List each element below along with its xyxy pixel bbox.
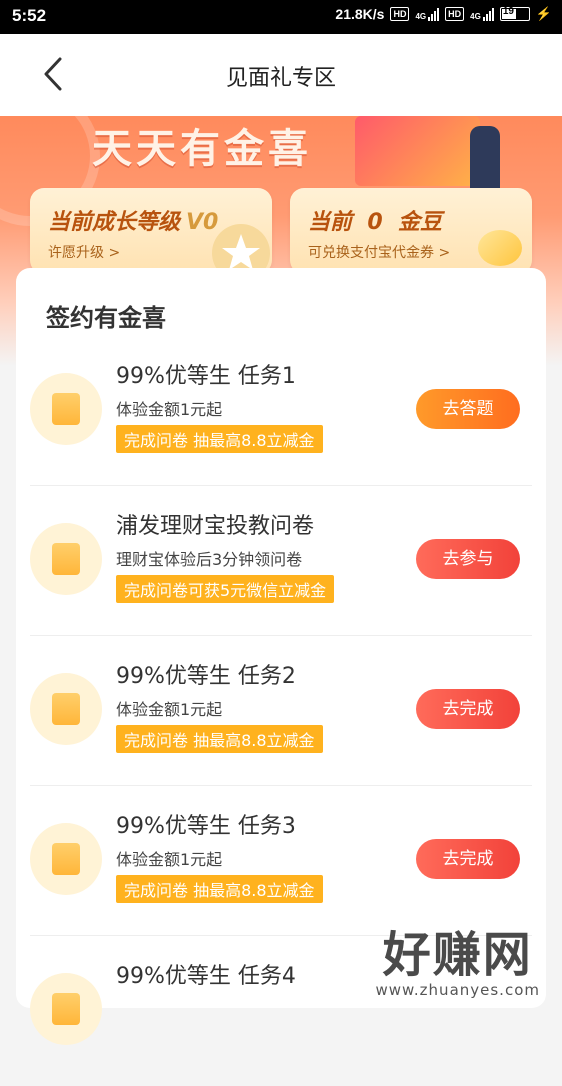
task-row: 99%优等生 任务2 体验金额1元起 完成问卷 抽最高8.8立减金 去完成: [30, 636, 532, 786]
join-button[interactable]: 去参与: [416, 539, 520, 579]
battery-icon: 19: [499, 6, 530, 21]
task-row: 浦发理财宝投教问卷 理财宝体验后3分钟领问卷 完成问卷可获5元微信立减金 去参与: [30, 486, 532, 636]
complete-button[interactable]: 去完成: [416, 689, 520, 729]
charging-icon: ⚡: [535, 6, 552, 21]
hd-icon-2: HD: [445, 7, 465, 21]
gold-bean-icon: [478, 230, 522, 266]
task-panel: 签约有金喜 99%优等生 任务1 体验金额1元起 完成问卷 抽最高8.8立减金 …: [16, 268, 546, 1045]
task-title: 99%优等生 任务4: [116, 964, 296, 989]
wallet-icon: [30, 373, 102, 445]
signal-icon: 4G: [415, 7, 440, 21]
watermark-url: www.zhuanyes.com: [375, 981, 540, 999]
task-row: 99%优等生 任务1 体验金额1元起 完成问卷 抽最高8.8立减金 去答题: [30, 336, 532, 486]
watermark-text: 好赚网: [382, 927, 533, 983]
task-title: 99%优等生 任务2: [116, 664, 296, 689]
task-subtitle: 理财宝体验后3分钟领问卷: [116, 550, 303, 569]
task-title: 99%优等生 任务3: [116, 814, 296, 839]
task-title: 浦发理财宝投教问卷: [116, 514, 315, 539]
gold-bean-title: 当前 0 金豆: [308, 210, 442, 235]
task-subtitle: 体验金额1元起: [116, 850, 223, 869]
gold-bean-card[interactable]: 当前 0 金豆 可兑换支付宝代金券 >: [290, 188, 532, 274]
task-subtitle: 体验金额1元起: [116, 700, 223, 719]
task-row: 99%优等生 任务3 体验金额1元起 完成问卷 抽最高8.8立减金 去完成: [30, 786, 532, 936]
task-title: 99%优等生 任务1: [116, 364, 296, 389]
wallet-icon: [30, 673, 102, 745]
person-illustration: [470, 126, 500, 196]
status-right: 21.8K/s HD 4G HD 4G 19 ⚡: [335, 6, 552, 22]
growth-level-card[interactable]: 当前成长等级 V0 许愿升级 >: [30, 188, 272, 282]
hero-slogan: 天天有金喜: [92, 125, 312, 172]
task-reward-tag: 完成问卷 抽最高8.8立减金: [116, 725, 323, 753]
task-subtitle: 体验金额1元起: [116, 400, 223, 419]
answer-button[interactable]: 去答题: [416, 389, 520, 429]
page-title: 见面礼专区: [225, 66, 336, 91]
complete-button[interactable]: 去完成: [416, 839, 520, 879]
exchange-voucher-link[interactable]: 可兑换支付宝代金券 >: [308, 242, 450, 262]
wallet-icon: [30, 823, 102, 895]
growth-level-title: 当前成长等级 V0: [48, 210, 219, 235]
task-reward-tag: 完成问卷 抽最高8.8立减金: [116, 875, 323, 903]
gift-package-image: [355, 116, 480, 186]
nav-bar: 见面礼专区: [0, 34, 562, 116]
task-reward-tag: 完成问卷可获5元微信立减金: [116, 575, 335, 603]
status-time: 5:52: [12, 6, 47, 25]
red-envelope-icon: [30, 523, 102, 595]
section-title: 签约有金喜: [46, 304, 166, 332]
watermark: 好赚网 www.zhuanyes.com: [375, 915, 540, 999]
wish-upgrade-link[interactable]: 许愿升级 >: [48, 242, 120, 262]
wallet-icon: [30, 973, 102, 1045]
status-bar: 5:52 21.8K/s HD 4G HD 4G 19 ⚡: [0, 0, 562, 34]
signal-icon-2: 4G: [470, 7, 494, 21]
network-speed: 21.8K/s: [335, 6, 385, 22]
task-reward-tag: 完成问卷 抽最高8.8立减金: [116, 425, 323, 453]
hd-icon: HD: [390, 7, 410, 21]
